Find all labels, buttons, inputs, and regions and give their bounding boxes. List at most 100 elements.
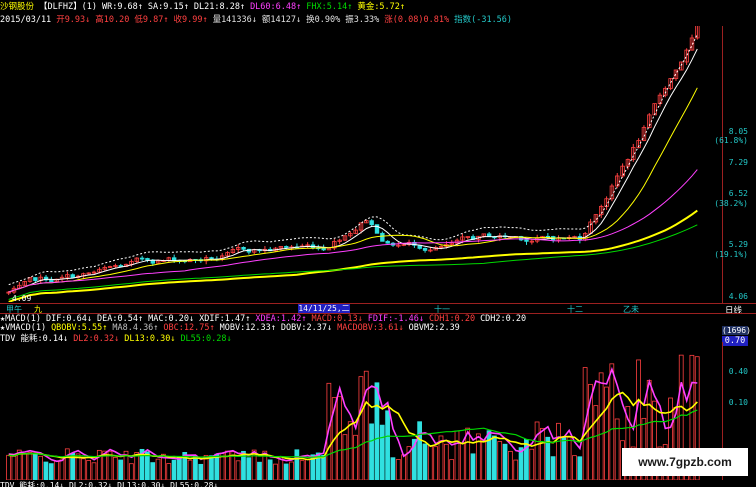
period-label[interactable]: 日线 <box>725 304 742 316</box>
volume-bar <box>550 456 556 480</box>
time-axis-top-line <box>0 303 756 304</box>
volume-bar <box>513 459 519 480</box>
volume-bar <box>342 434 348 480</box>
candle-body <box>139 257 145 260</box>
volume-bar <box>422 443 428 480</box>
price-axis-label: 5.29 <box>728 240 748 249</box>
header-indicators1-4: FHX:5.14↑ <box>306 2 353 12</box>
indicator-axis-label-010: 0.10 <box>728 398 748 407</box>
indicator-chart[interactable] <box>0 342 722 480</box>
indicator-count-badge: (1696) <box>722 326 751 335</box>
volume-bar <box>187 459 193 480</box>
price-axis-label: (61.8%) <box>714 136 748 145</box>
volume-bar <box>32 453 38 480</box>
volume-bar <box>150 462 156 480</box>
ma-line-white <box>8 48 698 293</box>
volume-bar <box>91 462 97 480</box>
volume-bar <box>219 453 225 480</box>
bottom-indicator-row: TDV 能耗:0.14↓ DL2:0.32↓ DL13:0.30↓ DL55:0… <box>0 481 219 487</box>
volume-bar <box>305 458 310 480</box>
header-quote2-7: 振3.33% <box>345 15 380 25</box>
price-axis-label: 8.05 <box>728 127 748 136</box>
volume-bar <box>417 421 422 480</box>
volume-bar <box>166 463 172 480</box>
volume-bar <box>502 443 508 480</box>
indicator-value-badge: 0.70 <box>722 336 748 346</box>
volume-bar <box>80 458 86 480</box>
volume-bar <box>427 445 433 480</box>
volume-bar <box>518 447 524 480</box>
volume-bar <box>59 459 65 480</box>
volume-bar <box>491 435 497 480</box>
candle-body <box>385 240 390 244</box>
volume-bar <box>86 460 92 480</box>
header-quote2-0: 开9.93↓ <box>56 15 91 25</box>
volume-bar <box>604 386 609 480</box>
stock-name[interactable]: 沙钢股份 <box>0 0 34 12</box>
volume-bar <box>481 439 487 480</box>
indicator-axis-label-040: 0.40 <box>728 367 748 376</box>
candle-body <box>369 220 374 226</box>
volume-bar <box>118 459 124 480</box>
header-quote2-5: 额14127↓ <box>261 15 302 25</box>
candle-body <box>380 232 385 242</box>
candle-body <box>284 246 289 248</box>
price-axis-label: (19.1%) <box>714 250 748 259</box>
header-indicators1-0: WR:9.68↑ <box>101 2 143 12</box>
volume-bar <box>369 423 374 480</box>
candle-body <box>70 274 75 278</box>
volume-bar <box>390 457 396 480</box>
volume-bar <box>6 454 11 480</box>
volume-bar <box>267 459 273 480</box>
candlestick-chart[interactable] <box>0 26 722 302</box>
candle-body <box>241 246 246 250</box>
volume-bar <box>43 461 49 480</box>
header-indicators1-1: SA:9.15↑ <box>147 2 189 12</box>
volume-bar <box>299 460 305 480</box>
volume-bar <box>273 463 278 480</box>
header-quote2-2: 低9.87↑ <box>134 15 169 25</box>
quote-row: 2015/03/11 开9.93↓ 高10.20 低9.87↑ 收9.99↑ 量14133… <box>0 13 512 25</box>
volume-bar <box>22 453 27 480</box>
volume-bar <box>379 424 385 480</box>
indicator_rows-row2-6: MACDOBV:3.61↓ <box>337 323 404 333</box>
volume-bar <box>593 405 599 480</box>
volume-bar <box>577 456 583 480</box>
header-quote2-9: 指数(-31.56) <box>454 15 513 25</box>
volume-bar <box>470 453 476 480</box>
indicator_rows-row2-7: OBVM2:2.39 <box>408 323 460 333</box>
volume-bar <box>64 448 70 480</box>
volume-bar <box>214 453 220 480</box>
candle-body <box>524 239 529 242</box>
volume-bar <box>54 460 59 480</box>
volume-bar <box>401 454 406 480</box>
volume-bar <box>27 452 33 480</box>
header-quote2-3: 收9.99↑ <box>173 15 208 25</box>
volume-bar <box>524 439 529 480</box>
volume-bar <box>38 455 43 480</box>
volume-bar <box>459 443 465 480</box>
volume-bar <box>497 441 503 480</box>
header-quote2-8: 涨(0.08)0.81% <box>384 15 450 25</box>
volume-bar <box>353 434 358 480</box>
price-axis-label: 7.29 <box>728 158 748 167</box>
candle-body <box>49 279 54 283</box>
volume-bar <box>545 436 551 480</box>
volume-bar <box>246 457 252 480</box>
candle-body <box>145 258 150 261</box>
volume-bar <box>433 446 439 480</box>
header-indicators1-2: DL21:8.28↑ <box>193 2 246 12</box>
ma-line-dotted <box>8 34 698 286</box>
stock-code[interactable]: 【DLFHZ】(1) <box>39 0 97 12</box>
volume-bar <box>598 372 604 480</box>
header-indicators1-5: 黄金:5.72↑ <box>357 2 406 12</box>
volume-bar <box>347 421 353 480</box>
volume-bar <box>112 456 118 480</box>
volume-bar <box>294 449 300 480</box>
volume-bar <box>566 436 572 480</box>
quote-date: 2015/03/11 <box>0 15 52 25</box>
header-quote2-6: 换0.90% <box>306 15 341 25</box>
volume-bar <box>529 448 535 480</box>
volume-bar <box>128 463 134 480</box>
volume-bar <box>449 459 455 480</box>
